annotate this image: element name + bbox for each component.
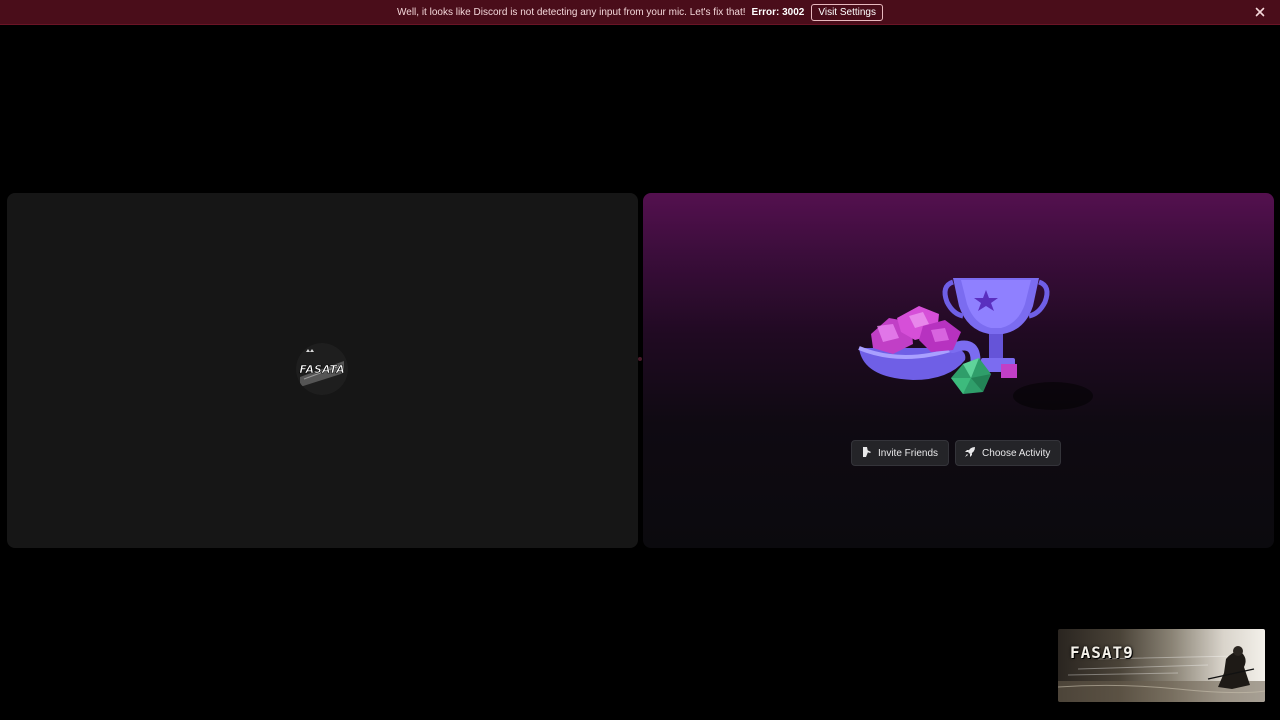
choose-activity-button[interactable]: Choose Activity [955, 440, 1062, 466]
invite-friends-button[interactable]: Invite Friends [851, 440, 950, 466]
activity-actions: Invite Friends Choose Activity [851, 440, 1062, 466]
voice-call-view: Well, it looks like Discord is not detec… [0, 0, 1280, 720]
visit-settings-button[interactable]: Visit Settings [811, 3, 883, 21]
self-name: FASAT9 [1070, 643, 1134, 662]
avatar[interactable]: FASATA [296, 343, 348, 395]
error-code: Error: 3002 [751, 6, 805, 18]
avatar-text: FASATA [299, 363, 344, 376]
invite-friends-label: Invite Friends [878, 447, 939, 459]
close-icon[interactable] [1252, 4, 1268, 20]
activity-illustration [853, 268, 1098, 418]
self-video-preview[interactable]: FASAT9 [1058, 629, 1265, 702]
mic-warning-banner: Well, it looks like Discord is not detec… [0, 0, 1280, 25]
choose-activity-label: Choose Activity [982, 447, 1051, 459]
person-add-icon [860, 446, 872, 461]
rocket-icon [964, 446, 976, 461]
banner-message: Well, it looks like Discord is not detec… [397, 6, 746, 18]
tile-divider [638, 357, 642, 361]
